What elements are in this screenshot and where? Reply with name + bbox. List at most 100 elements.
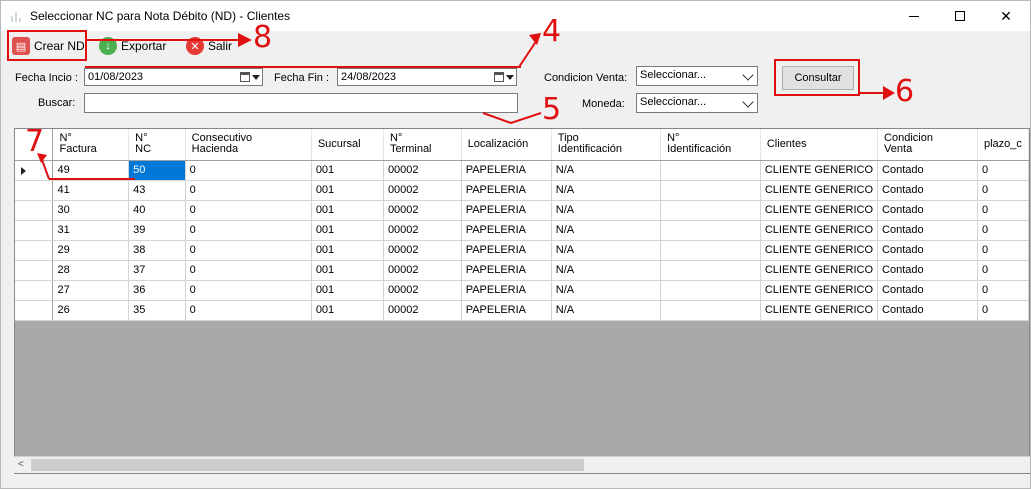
table-cell[interactable]: PAPELERIA <box>461 220 552 241</box>
table-cell[interactable]: N/A <box>551 160 662 181</box>
table-cell[interactable]: 36 <box>128 280 186 301</box>
table-cell[interactable]: 001 <box>311 160 384 181</box>
row-header[interactable] <box>15 220 54 241</box>
table-cell[interactable]: 0 <box>977 280 1029 301</box>
column-header[interactable]: plazo_c <box>977 129 1029 161</box>
table-cell[interactable]: N/A <box>551 300 662 321</box>
column-header[interactable]: N° Terminal <box>383 129 462 161</box>
scroll-left-icon[interactable]: < <box>18 459 24 470</box>
fecha-fin-dropdown[interactable] <box>494 71 514 83</box>
table-cell[interactable]: PAPELERIA <box>461 200 552 221</box>
table-cell[interactable]: CLIENTE GENERICO <box>760 240 879 261</box>
table-cell[interactable]: PAPELERIA <box>461 280 552 301</box>
table-cell[interactable]: Contado <box>877 300 978 321</box>
table-cell[interactable] <box>660 180 761 201</box>
table-cell[interactable]: PAPELERIA <box>461 300 552 321</box>
table-cell[interactable]: N/A <box>551 240 662 261</box>
table-cell[interactable]: CLIENTE GENERICO <box>760 180 879 201</box>
table-cell[interactable]: 29 <box>52 240 130 261</box>
close-button[interactable]: ✕ <box>983 1 1029 31</box>
table-cell[interactable] <box>660 280 761 301</box>
row-header[interactable] <box>15 200 54 221</box>
table-cell[interactable]: 00002 <box>383 200 462 221</box>
table-cell[interactable]: CLIENTE GENERICO <box>760 200 879 221</box>
table-cell[interactable]: 001 <box>311 180 384 201</box>
table-row[interactable]: 29 38 0 001 00002 PAPELERIA N/A CLIENTE GENERIC… <box>15 240 1029 261</box>
table-cell[interactable]: 40 <box>128 200 186 221</box>
table-cell[interactable]: 0 <box>977 200 1029 221</box>
table-row[interactable]: 28 37 0 001 00002 PAPELERIA N/A CLIENTE GENERIC… <box>15 260 1029 281</box>
table-cell[interactable]: N/A <box>551 260 662 281</box>
table-cell[interactable] <box>660 300 761 321</box>
table-cell[interactable]: 001 <box>311 220 384 241</box>
table-cell[interactable]: 00002 <box>383 220 462 241</box>
table-cell[interactable] <box>660 200 761 221</box>
table-cell[interactable] <box>660 160 761 181</box>
table-cell[interactable]: 35 <box>128 300 186 321</box>
table-cell[interactable]: 00002 <box>383 240 462 261</box>
table-cell[interactable]: 001 <box>311 200 384 221</box>
condicion-venta-select[interactable]: Seleccionar... <box>636 66 758 86</box>
table-cell[interactable]: Contado <box>877 240 978 261</box>
table-cell[interactable]: 0 <box>185 200 312 221</box>
row-header[interactable] <box>15 240 54 261</box>
moneda-select[interactable]: Seleccionar... <box>636 93 758 113</box>
table-cell[interactable]: Contado <box>877 280 978 301</box>
table-row[interactable]: 30 40 0 001 00002 PAPELERIA N/A CLIENTE GENERIC… <box>15 200 1029 221</box>
column-header[interactable]: N° NC <box>128 129 186 161</box>
table-cell[interactable]: 0 <box>977 160 1029 181</box>
column-header[interactable]: Clientes <box>760 129 879 161</box>
table-cell[interactable]: CLIENTE GENERICO <box>760 260 879 281</box>
table-cell[interactable]: CLIENTE GENERICO <box>760 160 879 181</box>
table-cell[interactable]: PAPELERIA <box>461 180 552 201</box>
table-cell[interactable]: 0 <box>185 280 312 301</box>
table-cell[interactable]: 00002 <box>383 180 462 201</box>
table-cell[interactable]: N/A <box>551 220 662 241</box>
table-cell[interactable]: CLIENTE GENERICO <box>760 220 879 241</box>
table-cell[interactable]: Contado <box>877 260 978 281</box>
column-header[interactable]: N° Identificación <box>660 129 761 161</box>
table-cell[interactable]: CLIENTE GENERICO <box>760 280 879 301</box>
column-header[interactable]: Condicion Venta <box>877 129 978 161</box>
table-cell[interactable]: 27 <box>52 280 130 301</box>
column-header[interactable]: Sucursal <box>311 129 384 161</box>
row-header[interactable] <box>15 180 54 201</box>
table-cell[interactable]: 001 <box>311 240 384 261</box>
row-header[interactable] <box>15 280 54 301</box>
table-cell[interactable]: 0 <box>185 180 312 201</box>
table-cell[interactable]: 0 <box>185 260 312 281</box>
table-cell[interactable]: 001 <box>311 300 384 321</box>
table-cell[interactable]: 43 <box>128 180 186 201</box>
table-row[interactable]: 49 50 0 001 00002 PAPELERIA N/A CLIENTE GENERIC… <box>15 160 1029 181</box>
table-cell[interactable]: 38 <box>128 240 186 261</box>
maximize-button[interactable] <box>937 1 983 31</box>
table-cell[interactable]: 00002 <box>383 280 462 301</box>
table-cell[interactable]: 26 <box>52 300 130 321</box>
table-cell[interactable]: PAPELERIA <box>461 160 552 181</box>
table-cell[interactable]: Contado <box>877 160 978 181</box>
table-row[interactable]: 26 35 0 001 00002 PAPELERIA N/A CLIENTE GENERIC… <box>15 300 1029 321</box>
salir-button[interactable]: ✕ Salir <box>186 34 232 58</box>
table-cell[interactable]: 0 <box>977 180 1029 201</box>
table-cell[interactable]: 41 <box>52 180 130 201</box>
table-cell[interactable]: N/A <box>551 180 662 201</box>
table-cell[interactable]: PAPELERIA <box>461 240 552 261</box>
table-row[interactable]: 41 43 0 001 00002 PAPELERIA N/A CLIENTE GENERIC… <box>15 180 1029 201</box>
table-cell[interactable]: 0 <box>977 240 1029 261</box>
table-cell[interactable]: 28 <box>52 260 130 281</box>
table-cell[interactable]: 30 <box>52 200 130 221</box>
buscar-input[interactable] <box>84 93 518 113</box>
table-cell[interactable]: 50 <box>128 160 186 181</box>
table-cell[interactable]: 0 <box>185 160 312 181</box>
table-cell[interactable]: 0 <box>977 260 1029 281</box>
fecha-inicio-dropdown[interactable] <box>240 71 260 83</box>
table-cell[interactable]: 0 <box>185 240 312 261</box>
table-cell[interactable]: 31 <box>52 220 130 241</box>
table-cell[interactable]: 0 <box>185 220 312 241</box>
table-row[interactable]: 27 36 0 001 00002 PAPELERIA N/A CLIENTE GENERIC… <box>15 280 1029 301</box>
table-cell[interactable]: 00002 <box>383 300 462 321</box>
results-grid[interactable]: N° Factura N° NC Consecutivo Hacienda Sucur… <box>14 128 1030 474</box>
row-header[interactable] <box>15 260 54 281</box>
table-cell[interactable]: 0 <box>977 220 1029 241</box>
row-header[interactable] <box>15 300 54 321</box>
